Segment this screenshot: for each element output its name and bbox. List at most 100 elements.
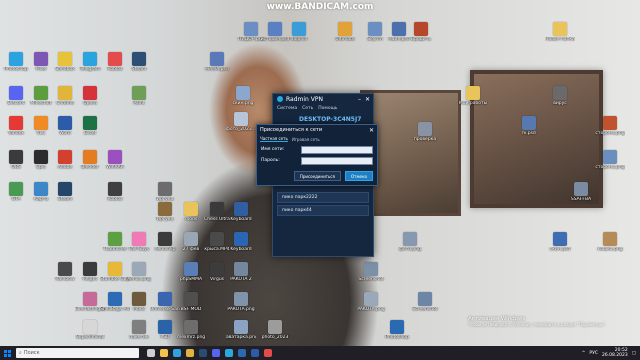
desktop-icon[interactable]: Opera — [75, 86, 105, 106]
language-indicator[interactable]: РУС — [589, 351, 598, 356]
taskbar-search-box[interactable]: ⌕ Поиск — [16, 348, 139, 358]
chrome-taskbar-icon[interactable] — [186, 349, 194, 357]
network-name-input[interactable] — [301, 145, 373, 154]
desktop-icon[interactable]: фото_2023... — [226, 112, 256, 132]
desktop-icon[interactable]: Steam — [50, 182, 80, 202]
file-icon — [58, 86, 72, 100]
desktop-icon[interactable]: dolphin — [284, 22, 314, 42]
word-taskbar-icon[interactable] — [251, 349, 259, 357]
radmin-taskbar-icon[interactable] — [225, 349, 233, 357]
desktop-icon[interactable]: PAKOTA 2 — [226, 262, 256, 282]
file-icon — [9, 52, 23, 66]
join-button[interactable]: Присоединиться — [293, 171, 341, 181]
desktop-icon[interactable]: PAKOTA.png — [226, 292, 256, 312]
desktop-icon-label: скин.psd — [549, 247, 571, 252]
desktop-icon[interactable]: фото.png — [395, 232, 425, 252]
bandicam-taskbar-icon[interactable] — [264, 349, 272, 357]
menu-network[interactable]: Сеть — [302, 106, 313, 111]
clock-date: 26.08.2023 — [601, 353, 628, 358]
file-icon — [368, 22, 382, 36]
desktop-icon[interactable]: МАМА.psd — [202, 52, 232, 72]
radmin-title-bar[interactable]: Radmin VPN – ✕ — [273, 94, 373, 104]
desktop-icon[interactable]: photo_2023 — [260, 320, 290, 340]
file-icon — [9, 86, 23, 100]
desktop-icon[interactable]: WinRAR — [100, 150, 130, 170]
desktop-icon[interactable]: hi.psd — [514, 116, 544, 136]
network-item[interactable]: пико парк44 — [277, 205, 369, 216]
file-icon — [83, 292, 97, 306]
clock[interactable]: 20:52 26.08.2023 — [602, 348, 628, 358]
file-icon — [108, 232, 122, 246]
desktop-icon-label: Keyboard — [230, 247, 252, 252]
menu-system[interactable]: Система — [277, 106, 297, 111]
photoshop-taskbar-icon[interactable] — [238, 349, 246, 357]
radmin-menu-bar: Система Сеть Помощь — [273, 104, 373, 112]
task-view-taskbar-icon[interactable] — [147, 349, 155, 357]
close-icon[interactable]: ✕ — [365, 96, 370, 103]
file-icon — [9, 182, 23, 196]
desktop-icon[interactable]: mexmrz.png — [176, 320, 206, 340]
menu-help[interactable]: Помощь — [318, 106, 337, 111]
desktop-icon[interactable]: Иргука — [150, 182, 180, 202]
desktop-icon[interactable]: Superliminal — [75, 320, 105, 340]
cancel-button[interactable]: Отмена — [344, 171, 373, 181]
tab-private-network[interactable]: Частная сеть — [260, 136, 288, 142]
desktop-icon[interactable]: Screenshot — [410, 292, 440, 312]
desktop-icon[interactable]: BSF MOD — [176, 292, 206, 312]
desktop-icon[interactable]: скин.psd — [545, 232, 575, 252]
password-row: Пароль: — [257, 156, 377, 165]
desktop-icon[interactable]: проверка — [410, 122, 440, 142]
file-icon — [132, 52, 146, 66]
steam-taskbar-icon[interactable] — [199, 349, 207, 357]
discord-taskbar-icon[interactable] — [212, 349, 220, 357]
desktop-icon[interactable]: PAKOTA.png — [356, 292, 386, 312]
dialog-close-icon[interactable]: ✕ — [369, 127, 374, 134]
desktop-icon[interactable]: Paint — [124, 86, 154, 106]
file-icon — [603, 150, 617, 164]
desktop-icon[interactable]: Keyboard — [226, 202, 256, 222]
desktop-icon[interactable]: скин.png — [228, 86, 258, 106]
file-icon — [9, 116, 23, 130]
desktop-icon[interactable]: Roblox — [100, 182, 130, 202]
desktop-icon-label: МАМА.psd — [205, 67, 229, 72]
desktop-icon[interactable]: Photoshop — [382, 320, 412, 340]
desktop-icon[interactable]: сторона.png — [595, 116, 625, 136]
password-input[interactable] — [301, 156, 373, 165]
desktop-icon-label: Superliminal — [75, 335, 105, 340]
desktop-icon[interactable]: Excel — [75, 116, 105, 136]
file-icon — [58, 262, 72, 276]
file-icon — [234, 202, 248, 216]
start-button[interactable] — [0, 346, 14, 360]
desktop-icon[interactable]: mods — [176, 202, 206, 222]
desktop-icon[interactable]: кошка.png — [595, 232, 625, 252]
desktop-icon[interactable]: Keyboard — [226, 232, 256, 252]
desktop-icon-label: Keyboard — [230, 217, 252, 222]
file-icon — [158, 292, 172, 306]
edge-taskbar-icon[interactable] — [173, 349, 181, 357]
tab-gaming-network[interactable]: Игровая сеть — [292, 137, 320, 142]
desktop-icon[interactable]: сторона.png — [595, 150, 625, 170]
tray-chevron-icon[interactable]: ^ — [582, 351, 586, 356]
file-icon — [210, 202, 224, 216]
file-icon — [132, 320, 146, 334]
file-icon — [158, 320, 172, 334]
network-item[interactable]: пико парк2222 — [277, 192, 369, 203]
notification-icon[interactable]: ▢ — [632, 351, 636, 356]
desktop-icon[interactable]: Screenshot — [356, 262, 386, 282]
desktop-icon-label: сторона.png — [595, 165, 625, 170]
desktop-icon[interactable]: Xenos.png — [124, 262, 154, 282]
explorer-taskbar-icon[interactable] — [160, 349, 168, 357]
desktop-icon[interactable]: Ultimate — [330, 22, 360, 42]
join-network-dialog[interactable]: Присоединиться к сети ✕ Частная сеть Игр… — [256, 124, 378, 186]
desktop-icon[interactable]: аватарка.png — [226, 320, 256, 340]
desktop-icon[interactable]: Бродить — [406, 22, 436, 42]
desktop-icon[interactable]: Мои работы — [458, 86, 488, 106]
desktop-icon[interactable]: вирус — [545, 86, 575, 106]
taskbar-pinned-apps — [147, 349, 272, 357]
desktop-icon[interactable]: Новая папка — [545, 22, 575, 42]
file-icon — [34, 182, 48, 196]
desktop-icon[interactable]: Steam — [124, 52, 154, 72]
desktop-icon[interactable]: SSAFFBA — [566, 182, 596, 202]
radmin-title: Radmin VPN — [286, 95, 323, 103]
minimize-icon[interactable]: – — [358, 96, 361, 103]
